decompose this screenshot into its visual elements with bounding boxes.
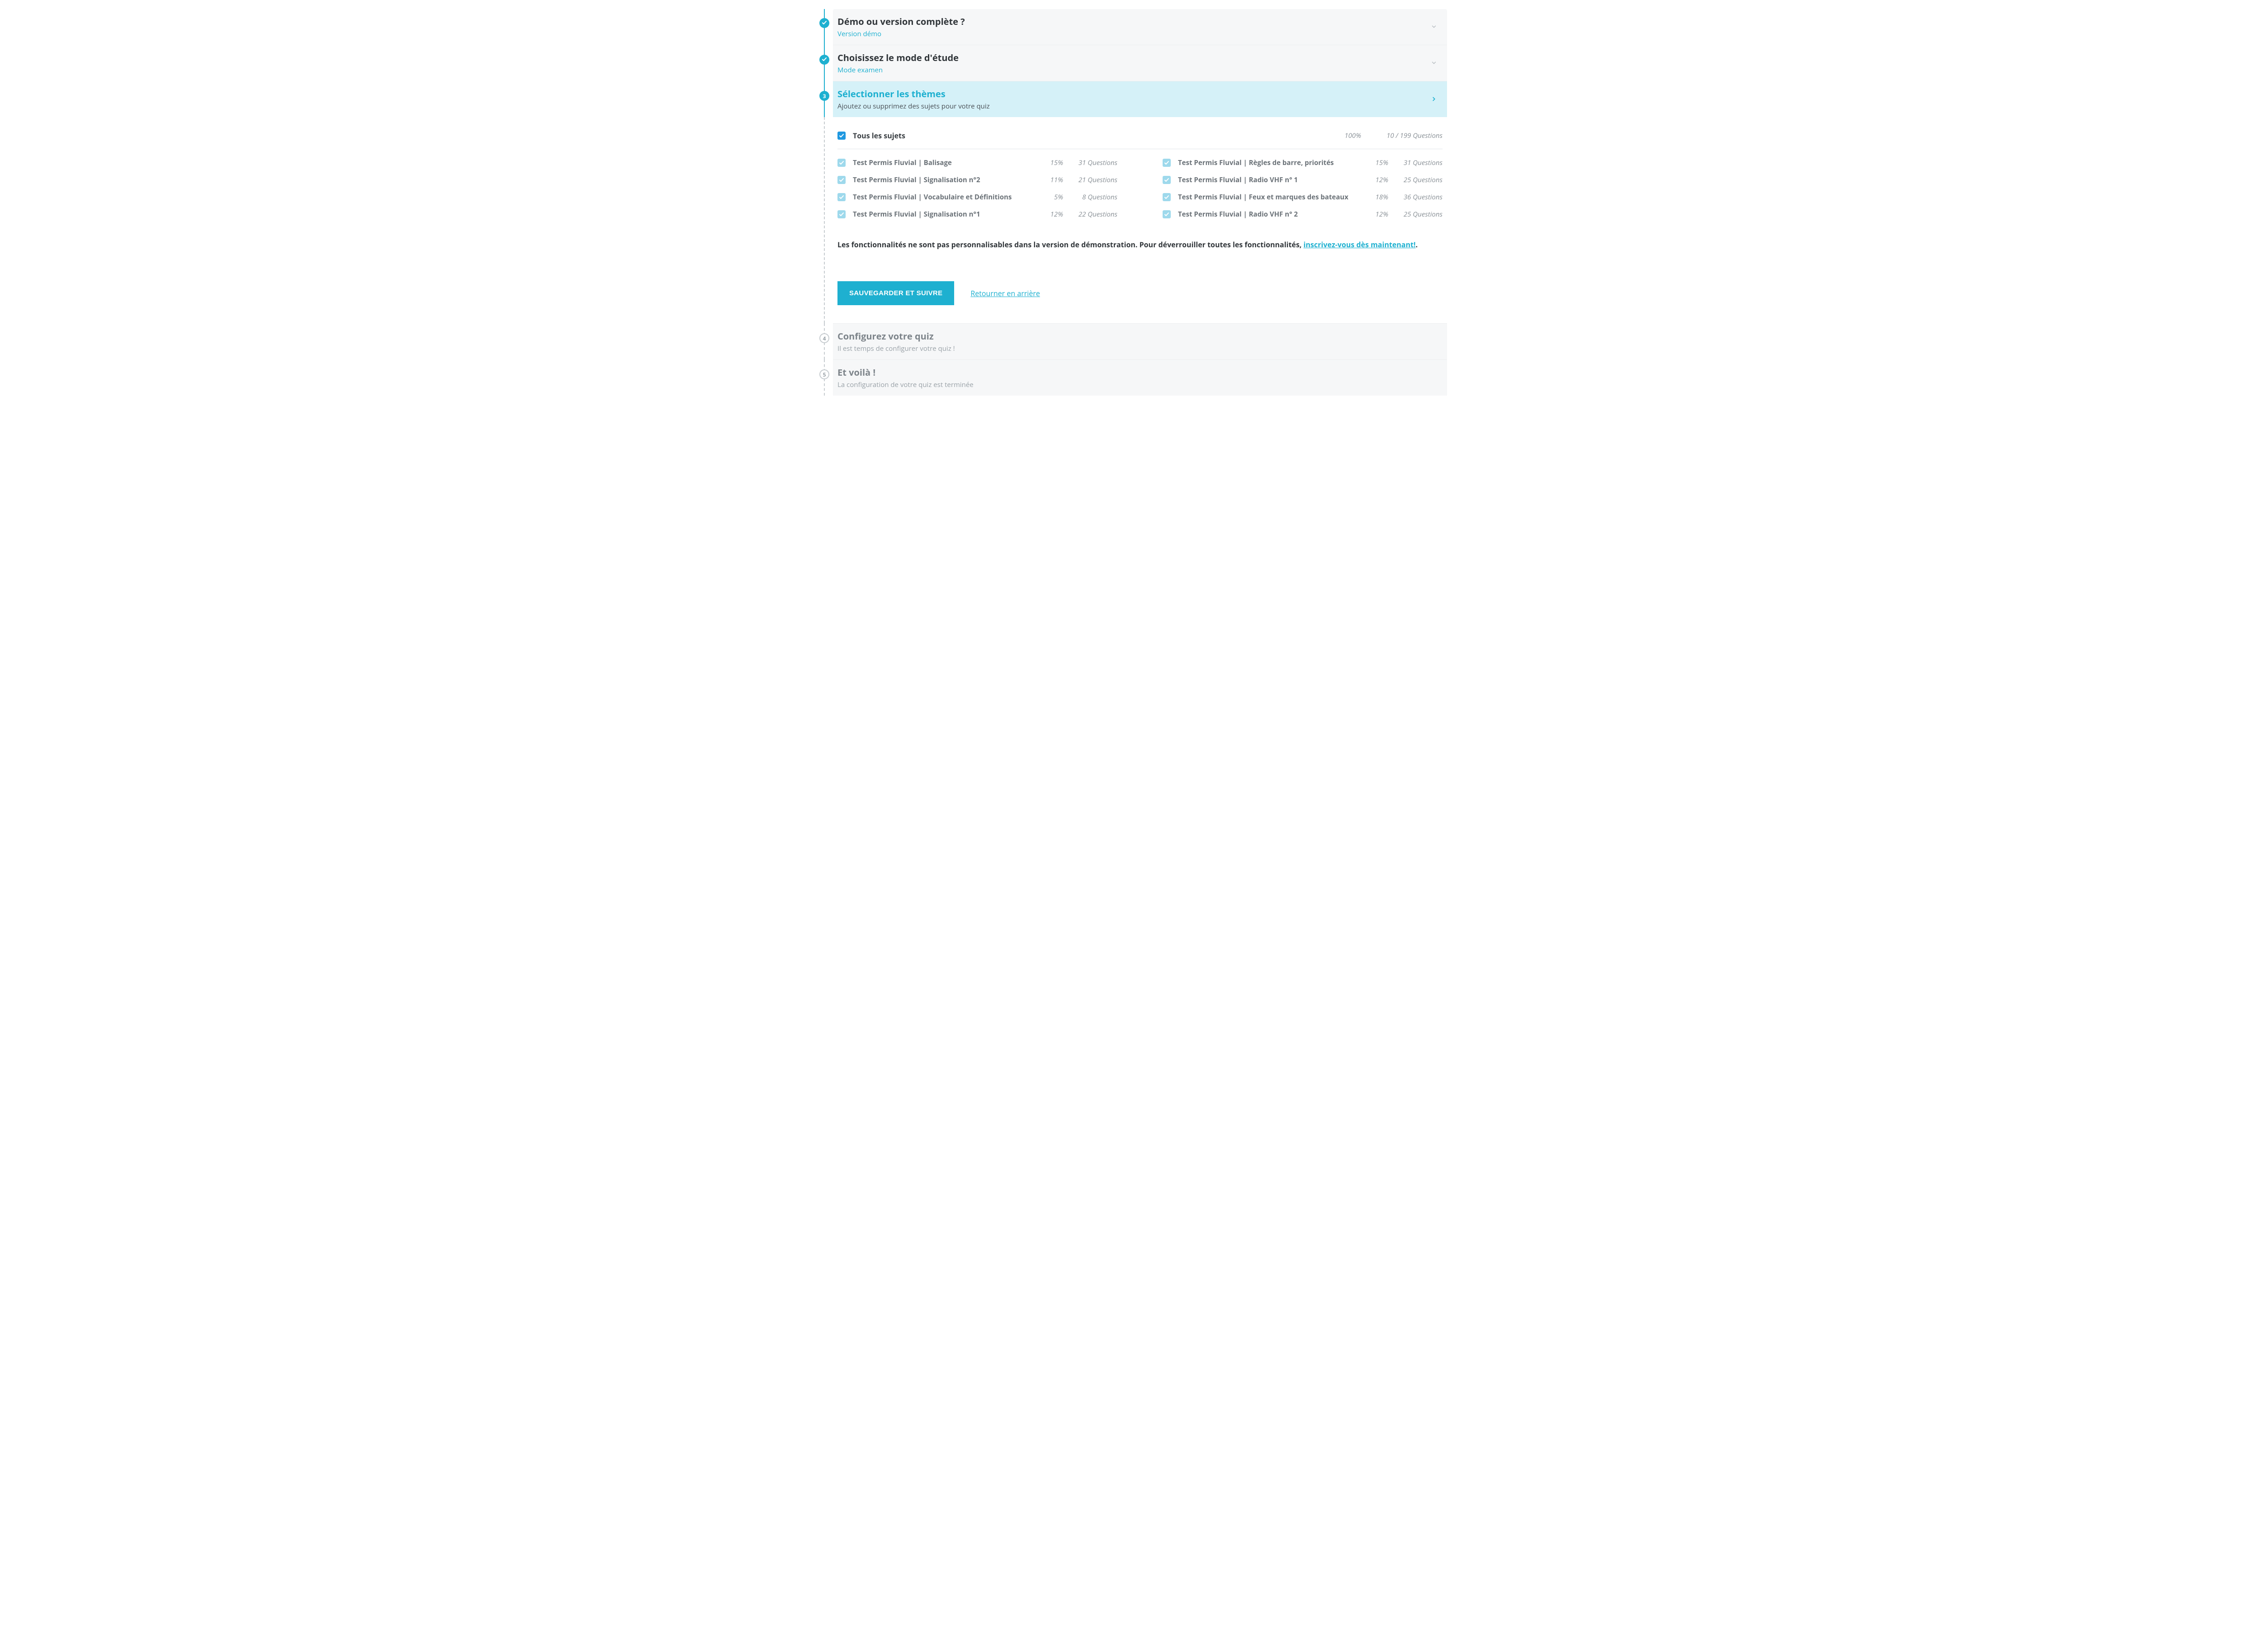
signup-link[interactable]: inscrivez-vous dès maintenant! [1304, 240, 1416, 250]
topic-row: Test Permis Fluvial | Radio VHF n° 1 12%… [1163, 175, 1443, 184]
step-2-value: Mode examen [837, 66, 1434, 75]
actions: SAUVEGARDER ET SUIVRE Retourner en arriè… [837, 281, 1443, 305]
topic-questions: 25 Questions [1393, 175, 1443, 184]
chevron-down-icon [1431, 22, 1437, 32]
step-1: Démo ou version complète ? Version démo [814, 9, 1447, 45]
step-5-header[interactable]: Et voilà ! La configuration de votre qui… [833, 359, 1447, 396]
all-subjects-row: Tous les sujets 100% 10 / 199 Questions [837, 129, 1443, 149]
topic-label: Test Permis Fluvial | Radio VHF n° 1 [1178, 175, 1352, 184]
step-3-title: Sélectionner les thèmes [837, 88, 1434, 100]
chevron-right-icon [1431, 94, 1437, 104]
step-4-subtitle: Il est temps de configurer votre quiz ! [837, 344, 1434, 353]
step-1-value: Version démo [837, 29, 1434, 38]
topic-row: Test Permis Fluvial | Vocabulaire et Déf… [837, 193, 1117, 202]
topic-questions: 22 Questions [1068, 210, 1117, 219]
topic-label: Test Permis Fluvial | Vocabulaire et Déf… [853, 193, 1027, 202]
step-5: 5 Et voilà ! La configuration de votre q… [814, 359, 1447, 396]
checkbox-topic[interactable] [1163, 193, 1171, 201]
topic-row: Test Permis Fluvial | Signalisation n°2 … [837, 175, 1117, 184]
topic-questions: 25 Questions [1393, 210, 1443, 219]
topic-label: Test Permis Fluvial | Règles de barre, p… [1178, 158, 1352, 167]
topic-percent: 12% [1031, 210, 1063, 219]
topic-row: Test Permis Fluvial | Balisage 15% 31 Qu… [837, 158, 1117, 167]
step-4-number: 4 [823, 335, 826, 342]
checkbox-topic[interactable] [1163, 210, 1171, 218]
step-3-body: Tous les sujets 100% 10 / 199 Questions … [833, 117, 1447, 323]
demo-notice: Les fonctionnalités ne sont pas personna… [837, 240, 1443, 250]
chevron-down-icon [1431, 58, 1437, 68]
topic-questions: 21 Questions [1068, 175, 1117, 184]
topic-percent: 5% [1031, 193, 1063, 202]
topic-label: Test Permis Fluvial | Signalisation n°2 [853, 175, 1027, 184]
step-1-header[interactable]: Démo ou version complète ? Version démo [833, 9, 1447, 45]
topic-label: Test Permis Fluvial | Signalisation n°1 [853, 210, 1027, 219]
step-3-subtitle: Ajoutez ou supprimez des sujets pour vot… [837, 102, 1434, 111]
check-icon [822, 56, 827, 64]
step-5-number: 5 [823, 371, 826, 378]
topic-percent: 18% [1357, 193, 1388, 202]
topic-percent: 15% [1031, 158, 1063, 167]
step-1-marker [819, 18, 829, 28]
step-3-number: 3 [823, 92, 826, 100]
step-1-title: Démo ou version complète ? [837, 15, 1434, 28]
check-icon [822, 19, 827, 27]
topic-questions: 31 Questions [1393, 158, 1443, 167]
step-2: Choisissez le mode d'étude Mode examen [814, 45, 1447, 81]
topic-questions: 8 Questions [1068, 193, 1117, 202]
topic-label: Test Permis Fluvial | Feux et marques de… [1178, 193, 1352, 202]
topic-percent: 12% [1357, 175, 1388, 184]
topic-percent: 11% [1031, 175, 1063, 184]
checkbox-topic[interactable] [837, 176, 846, 184]
step-3-header[interactable]: Sélectionner les thèmes Ajoutez ou suppr… [833, 81, 1447, 117]
wizard: Démo ou version complète ? Version démo … [814, 9, 1447, 396]
checkbox-topic[interactable] [1163, 159, 1171, 167]
demo-notice-suffix: . [1415, 240, 1418, 250]
step-4-marker: 4 [819, 333, 829, 343]
topics-grid: Test Permis Fluvial | Balisage 15% 31 Qu… [837, 158, 1443, 219]
step-3-marker: 3 [819, 91, 829, 101]
topic-label: Test Permis Fluvial | Balisage [853, 158, 1027, 167]
step-4-title: Configurez votre quiz [837, 330, 1434, 342]
save-and-continue-button[interactable]: SAUVEGARDER ET SUIVRE [837, 281, 954, 305]
step-2-title: Choisissez le mode d'étude [837, 52, 1434, 64]
step-2-marker [819, 55, 829, 65]
all-subjects-label: Tous les sujets [853, 131, 1320, 141]
topic-questions: 31 Questions [1068, 158, 1117, 167]
all-subjects-questions: 10 / 199 Questions [1366, 131, 1443, 140]
checkbox-topic[interactable] [837, 159, 846, 167]
checkbox-topic[interactable] [1163, 176, 1171, 184]
checkbox-topic[interactable] [837, 210, 846, 218]
topics-col-left: Test Permis Fluvial | Balisage 15% 31 Qu… [837, 158, 1117, 219]
step-2-header[interactable]: Choisissez le mode d'étude Mode examen [833, 45, 1447, 81]
go-back-link[interactable]: Retourner en arrière [970, 288, 1040, 298]
step-5-subtitle: La configuration de votre quiz est termi… [837, 380, 1434, 389]
step-3: 3 Sélectionner les thèmes Ajoutez ou sup… [814, 81, 1447, 323]
checkbox-all-subjects[interactable] [837, 132, 846, 140]
topics-col-right: Test Permis Fluvial | Règles de barre, p… [1163, 158, 1443, 219]
topic-questions: 36 Questions [1393, 193, 1443, 202]
step-4: 4 Configurez votre quiz Il est temps de … [814, 323, 1447, 359]
topic-row: Test Permis Fluvial | Feux et marques de… [1163, 193, 1443, 202]
topic-row: Test Permis Fluvial | Signalisation n°1 … [837, 210, 1117, 219]
topic-row: Test Permis Fluvial | Règles de barre, p… [1163, 158, 1443, 167]
topic-label: Test Permis Fluvial | Radio VHF n° 2 [1178, 210, 1352, 219]
all-subjects-percent: 100% [1325, 131, 1361, 140]
topic-percent: 15% [1357, 158, 1388, 167]
topic-percent: 12% [1357, 210, 1388, 219]
step-5-marker: 5 [819, 369, 829, 379]
checkbox-topic[interactable] [837, 193, 846, 201]
demo-notice-text: Les fonctionnalités ne sont pas personna… [837, 240, 1304, 250]
topic-row: Test Permis Fluvial | Radio VHF n° 2 12%… [1163, 210, 1443, 219]
step-4-header[interactable]: Configurez votre quiz Il est temps de co… [833, 323, 1447, 359]
step-5-title: Et voilà ! [837, 366, 1434, 378]
